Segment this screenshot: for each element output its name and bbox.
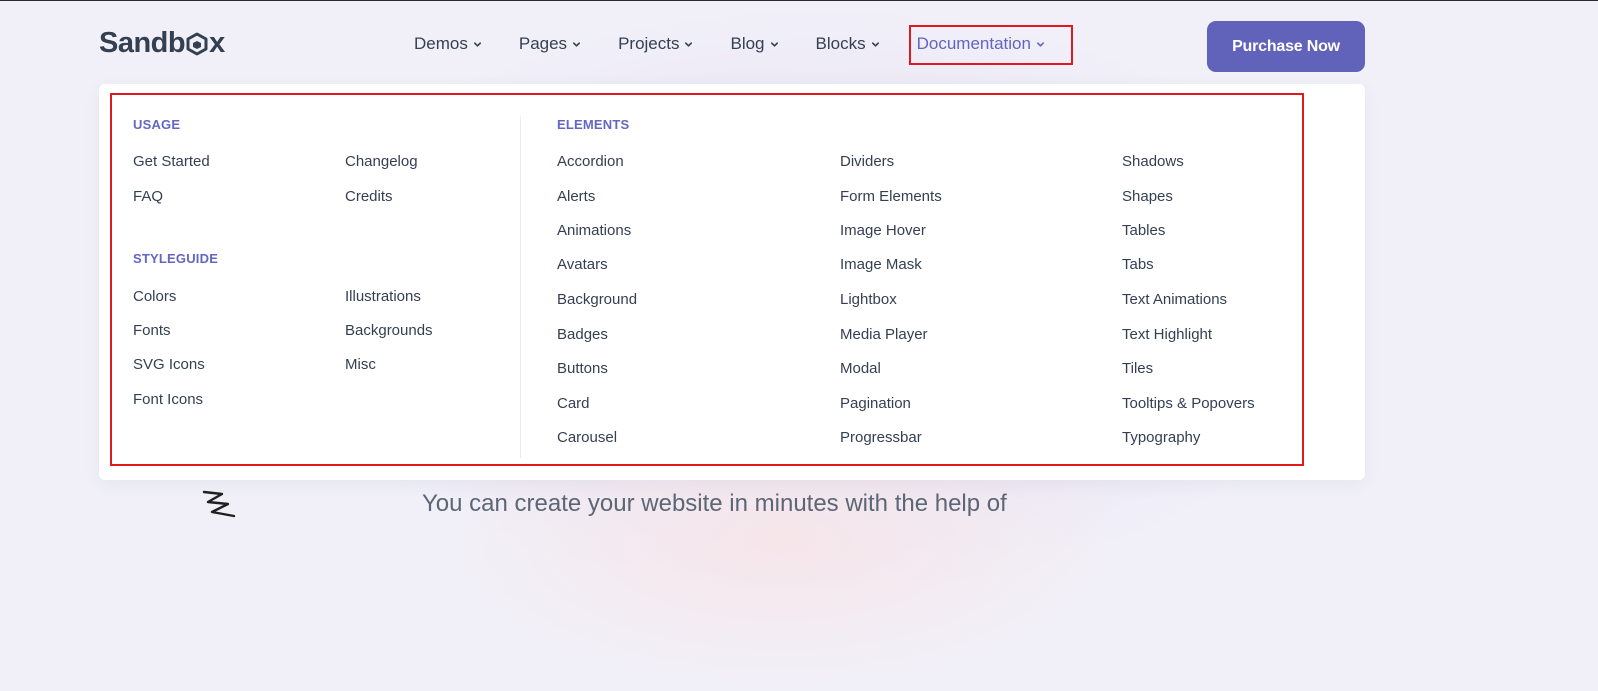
- cube-icon: [186, 32, 208, 55]
- nav-item-demos[interactable]: Demos: [414, 34, 482, 54]
- logo-text-end: x: [209, 27, 225, 59]
- link-text-animations[interactable]: Text Animations: [1122, 291, 1227, 308]
- link-avatars[interactable]: Avatars: [557, 256, 608, 273]
- link-backgrounds[interactable]: Backgrounds: [345, 322, 433, 339]
- link-text-highlight[interactable]: Text Highlight: [1122, 326, 1212, 343]
- link-get-started[interactable]: Get Started: [133, 153, 210, 170]
- link-lightbox[interactable]: Lightbox: [840, 291, 897, 308]
- nav-label: Blocks: [815, 34, 866, 53]
- purchase-now-button[interactable]: Purchase Now: [1207, 21, 1365, 72]
- link-alerts[interactable]: Alerts: [557, 188, 595, 205]
- chevron-down-icon: [770, 41, 778, 47]
- nav-item-pages[interactable]: Pages: [519, 34, 581, 54]
- squiggle-decoration-icon: [202, 490, 236, 518]
- chevron-down-icon: [685, 41, 693, 47]
- hero-subtitle: You can create your website in minutes w…: [422, 490, 1007, 517]
- link-form-elements[interactable]: Form Elements: [840, 188, 942, 205]
- link-pagination[interactable]: Pagination: [840, 395, 911, 412]
- link-faq[interactable]: FAQ: [133, 188, 163, 205]
- dropdown-divider: [520, 116, 521, 458]
- nav-label: Blog: [730, 34, 765, 53]
- link-image-mask[interactable]: Image Mask: [840, 256, 922, 273]
- nav-item-blog[interactable]: Blog: [730, 34, 778, 54]
- link-animations[interactable]: Animations: [557, 222, 631, 239]
- usage-heading: USAGE: [133, 117, 181, 132]
- link-typography[interactable]: Typography: [1122, 429, 1200, 446]
- logo[interactable]: Sandb x: [99, 27, 225, 60]
- link-progressbar[interactable]: Progressbar: [840, 429, 922, 446]
- link-changelog[interactable]: Changelog: [345, 153, 418, 170]
- link-media-player[interactable]: Media Player: [840, 326, 928, 343]
- styleguide-heading: STYLEGUIDE: [133, 251, 219, 266]
- link-image-hover[interactable]: Image Hover: [840, 222, 926, 239]
- link-colors[interactable]: Colors: [133, 288, 176, 305]
- link-font-icons[interactable]: Font Icons: [133, 391, 203, 408]
- link-carousel[interactable]: Carousel: [557, 429, 617, 446]
- link-svg-icons[interactable]: SVG Icons: [133, 356, 205, 373]
- link-tables[interactable]: Tables: [1122, 222, 1165, 239]
- link-tiles[interactable]: Tiles: [1122, 360, 1153, 377]
- nav-label: Pages: [518, 34, 568, 53]
- documentation-highlight-box: [909, 25, 1073, 65]
- link-background[interactable]: Background: [557, 291, 637, 308]
- link-shadows[interactable]: Shadows: [1122, 153, 1184, 170]
- logo-text-start: Sandb: [99, 27, 186, 59]
- link-tooltips-popovers[interactable]: Tooltips & Popovers: [1122, 395, 1255, 412]
- elements-heading: ELEMENTS: [557, 117, 630, 132]
- link-buttons[interactable]: Buttons: [557, 360, 608, 377]
- link-card[interactable]: Card: [557, 395, 590, 412]
- link-tabs[interactable]: Tabs: [1122, 256, 1154, 273]
- nav-item-projects[interactable]: Projects: [618, 34, 693, 54]
- link-shapes[interactable]: Shapes: [1122, 188, 1173, 205]
- chevron-down-icon: [473, 41, 481, 47]
- nav-label: Projects: [618, 34, 680, 53]
- nav-label: Demos: [414, 34, 468, 53]
- link-accordion[interactable]: Accordion: [557, 153, 624, 170]
- link-badges[interactable]: Badges: [557, 326, 608, 343]
- chevron-down-icon: [573, 41, 581, 47]
- link-credits[interactable]: Credits: [345, 188, 393, 205]
- chevron-down-icon: [871, 41, 879, 47]
- link-modal[interactable]: Modal: [840, 360, 881, 377]
- nav-item-blocks[interactable]: Blocks: [816, 34, 880, 54]
- link-illustrations[interactable]: Illustrations: [345, 288, 421, 305]
- link-dividers[interactable]: Dividers: [840, 153, 894, 170]
- link-misc[interactable]: Misc: [345, 356, 376, 373]
- link-fonts[interactable]: Fonts: [133, 322, 171, 339]
